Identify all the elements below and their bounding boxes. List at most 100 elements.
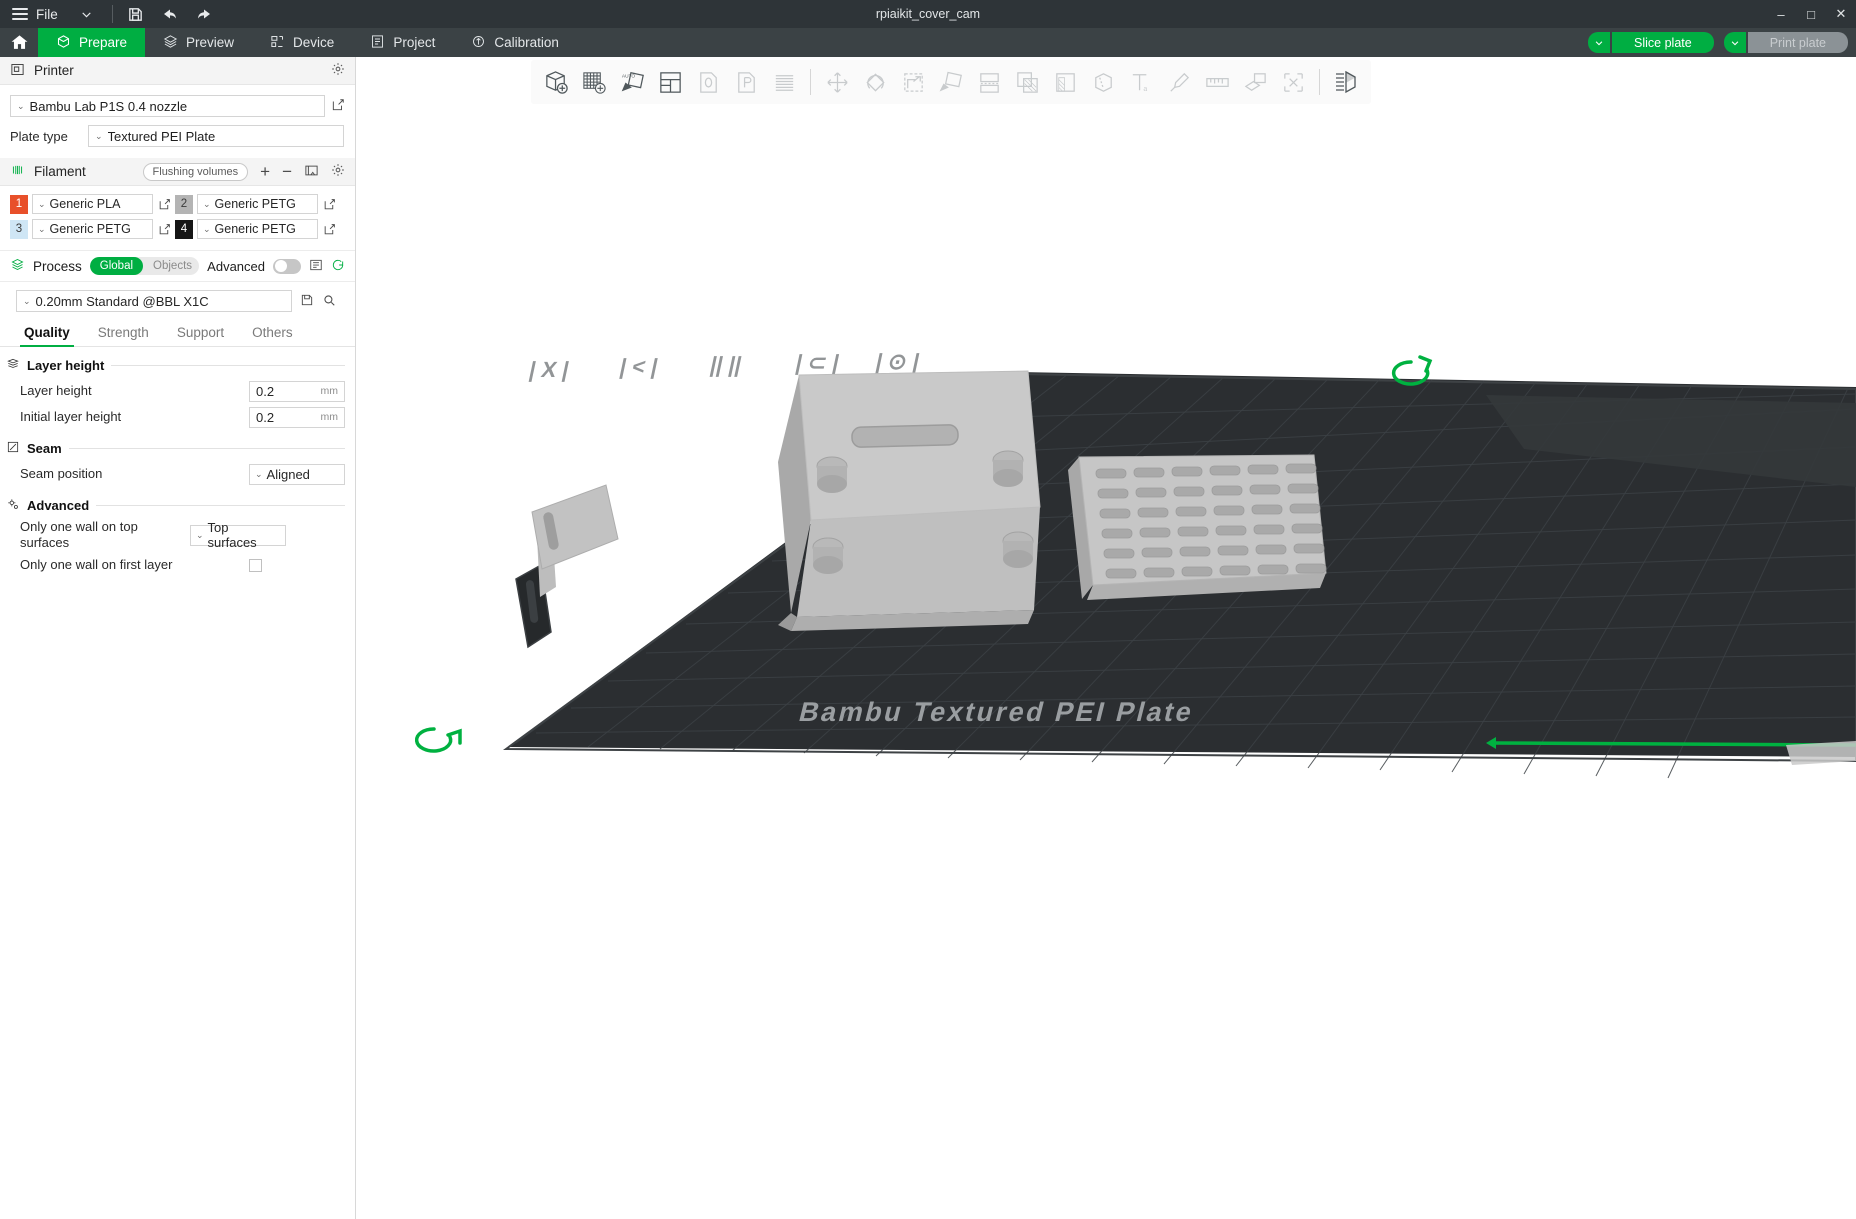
tab-project-label: Project [393,35,436,50]
brush-icon[interactable] [1160,62,1198,102]
orient-p-icon[interactable] [727,62,765,102]
layer-height-icon [6,357,20,374]
arrange-options-icon[interactable] [651,62,689,102]
svg-text:a: a [1143,83,1147,93]
add-filament-plus-icon[interactable]: + [260,163,270,180]
settings-sidebar: Printer ⌄ Bambu Lab P1S 0.4 nozzle Plate… [0,57,356,1219]
tab-preview[interactable]: Preview [145,28,252,57]
add-object-icon[interactable] [537,62,575,102]
tab-device[interactable]: Device [252,28,352,57]
assembly-icon[interactable] [1236,62,1274,102]
plate-edge-bar [1786,741,1856,765]
file-menu-button[interactable]: File [0,0,68,28]
scope-global-option[interactable]: Global [89,257,144,275]
color-paint-icon[interactable] [1046,62,1084,102]
orient-0-icon[interactable] [689,62,727,102]
ams-sync-icon[interactable] [304,163,319,181]
auto-arrange-icon[interactable]: AUTO [613,62,651,102]
print-plate-caret-icon[interactable] [1723,32,1746,53]
slice-plate-button[interactable]: Slice plate [1612,32,1714,53]
undo-arrow-icon[interactable] [153,0,187,28]
layer-height-input[interactable]: 0.2 mm [249,380,345,402]
process-preset-combo[interactable]: ⌄ 0.20mm Standard @BBL X1C [16,290,292,312]
support-paint-icon[interactable] [1008,62,1046,102]
filament-slot-1[interactable]: 1 ⌄ Generic PLA [10,194,175,214]
tab-support[interactable]: Support [163,320,238,346]
cut-icon[interactable] [970,62,1008,102]
close-button[interactable]: ✕ [1826,0,1856,28]
filament-edit-square-icon-2[interactable] [318,198,340,211]
tab-project[interactable]: Project [352,28,453,57]
filament-slot-4[interactable]: 4 ⌄ Generic PETG [175,219,340,239]
chevron-down-icon[interactable] [68,0,106,28]
add-plate-icon[interactable] [575,62,613,102]
measure-icon[interactable] [1198,62,1236,102]
filament-index-1[interactable]: 1 [10,194,28,214]
remove-filament-minus-icon[interactable]: − [282,163,292,180]
filament-combo-1[interactable]: ⌄ Generic PLA [32,194,153,214]
variable-layer-icon[interactable] [1327,62,1365,102]
filament-combo-2[interactable]: ⌄ Generic PETG [197,194,318,214]
model-slot [851,424,959,448]
filament-index-2[interactable]: 2 [175,194,193,214]
one-wall-first-layer-checkbox[interactable] [249,559,262,572]
filament-index-4[interactable]: 4 [175,219,193,239]
filament-slot-3[interactable]: 3 ⌄ Generic PETG [10,219,175,239]
advanced-toggle[interactable] [273,258,301,274]
print-plate-button[interactable]: Print plate [1747,32,1848,53]
plate-type-combo[interactable]: ⌄ Textured PEI Plate [88,125,344,147]
maximize-button[interactable]: □ [1796,0,1826,28]
tab-prepare[interactable]: Prepare [38,28,146,57]
filament-edit-square-icon-4[interactable] [318,223,340,236]
filament-index-3[interactable]: 3 [10,219,28,239]
filament-edit-square-icon-1[interactable] [153,198,175,211]
3d-viewport[interactable]: Bambu Textured PEI Plate | X | | < | || … [356,57,1856,1219]
simplify-icon[interactable] [1274,62,1312,102]
place-on-face-icon[interactable] [932,62,970,102]
seam-paint-icon[interactable] [1084,62,1122,102]
printer-preset-combo[interactable]: ⌄ Bambu Lab P1S 0.4 nozzle [10,95,325,117]
scale-icon[interactable] [894,62,932,102]
3d-scene[interactable]: Bambu Textured PEI Plate | X | | < | || … [356,57,1856,1219]
initial-layer-height-input[interactable]: 0.2 mm [249,406,345,428]
tab-quality[interactable]: Quality [10,320,84,347]
printer-preset-value: Bambu Lab P1S 0.4 nozzle [29,98,188,114]
filament-settings-gear-icon[interactable] [331,163,345,180]
scope-objects-option[interactable]: Objects [143,257,199,275]
seam-position-select[interactable]: ⌄ Aligned [249,463,345,485]
one-wall-top-surfaces-select[interactable]: ⌄ Top surfaces [190,520,286,550]
filament-slot-2[interactable]: 2 ⌄ Generic PETG [175,194,340,214]
slice-plate-caret-icon[interactable] [1588,32,1611,53]
hamburger-icon [12,5,28,23]
text-emboss-icon[interactable]: a [1122,62,1160,102]
printer-edit-square-icon[interactable] [331,98,345,115]
option-layer-height-label: Layer height [20,382,92,398]
rotate-icon[interactable] [856,62,894,102]
minimize-button[interactable]: – [1766,0,1796,28]
filament-combo-4[interactable]: ⌄ Generic PETG [197,219,318,239]
tab-others[interactable]: Others [238,320,307,346]
compare-icon[interactable] [309,258,323,275]
print-plate-button-group[interactable]: Print plate [1723,32,1848,53]
redo-arrow-icon[interactable] [187,0,221,28]
tab-calibration[interactable]: Calibration [453,28,577,57]
reset-icon[interactable] [331,258,345,275]
process-scope-switch[interactable]: Global Objects [89,257,200,275]
group-seam: Seam [0,430,355,461]
window-controls: – □ ✕ [1766,0,1856,28]
save-icon[interactable] [119,0,153,28]
option-one-wall-top-surfaces-label: Only one wall on top surfaces [20,519,138,551]
flushing-volumes-button[interactable]: Flushing volumes [142,162,249,181]
option-seam-position-label: Seam position [20,465,103,481]
search-icon[interactable] [322,293,336,310]
filament-combo-3[interactable]: ⌄ Generic PETG [32,219,153,239]
home-icon[interactable] [0,28,38,57]
tab-strength[interactable]: Strength [84,320,163,346]
initial-layer-height-value: 0.2 [256,409,275,425]
split-layers-icon[interactable] [765,62,803,102]
printer-settings-gear-icon[interactable] [331,62,345,79]
filament-edit-square-icon-3[interactable] [153,223,175,236]
slice-plate-button-group[interactable]: Slice plate [1588,32,1714,53]
save-preset-icon[interactable] [300,293,314,310]
move-icon[interactable] [818,62,856,102]
